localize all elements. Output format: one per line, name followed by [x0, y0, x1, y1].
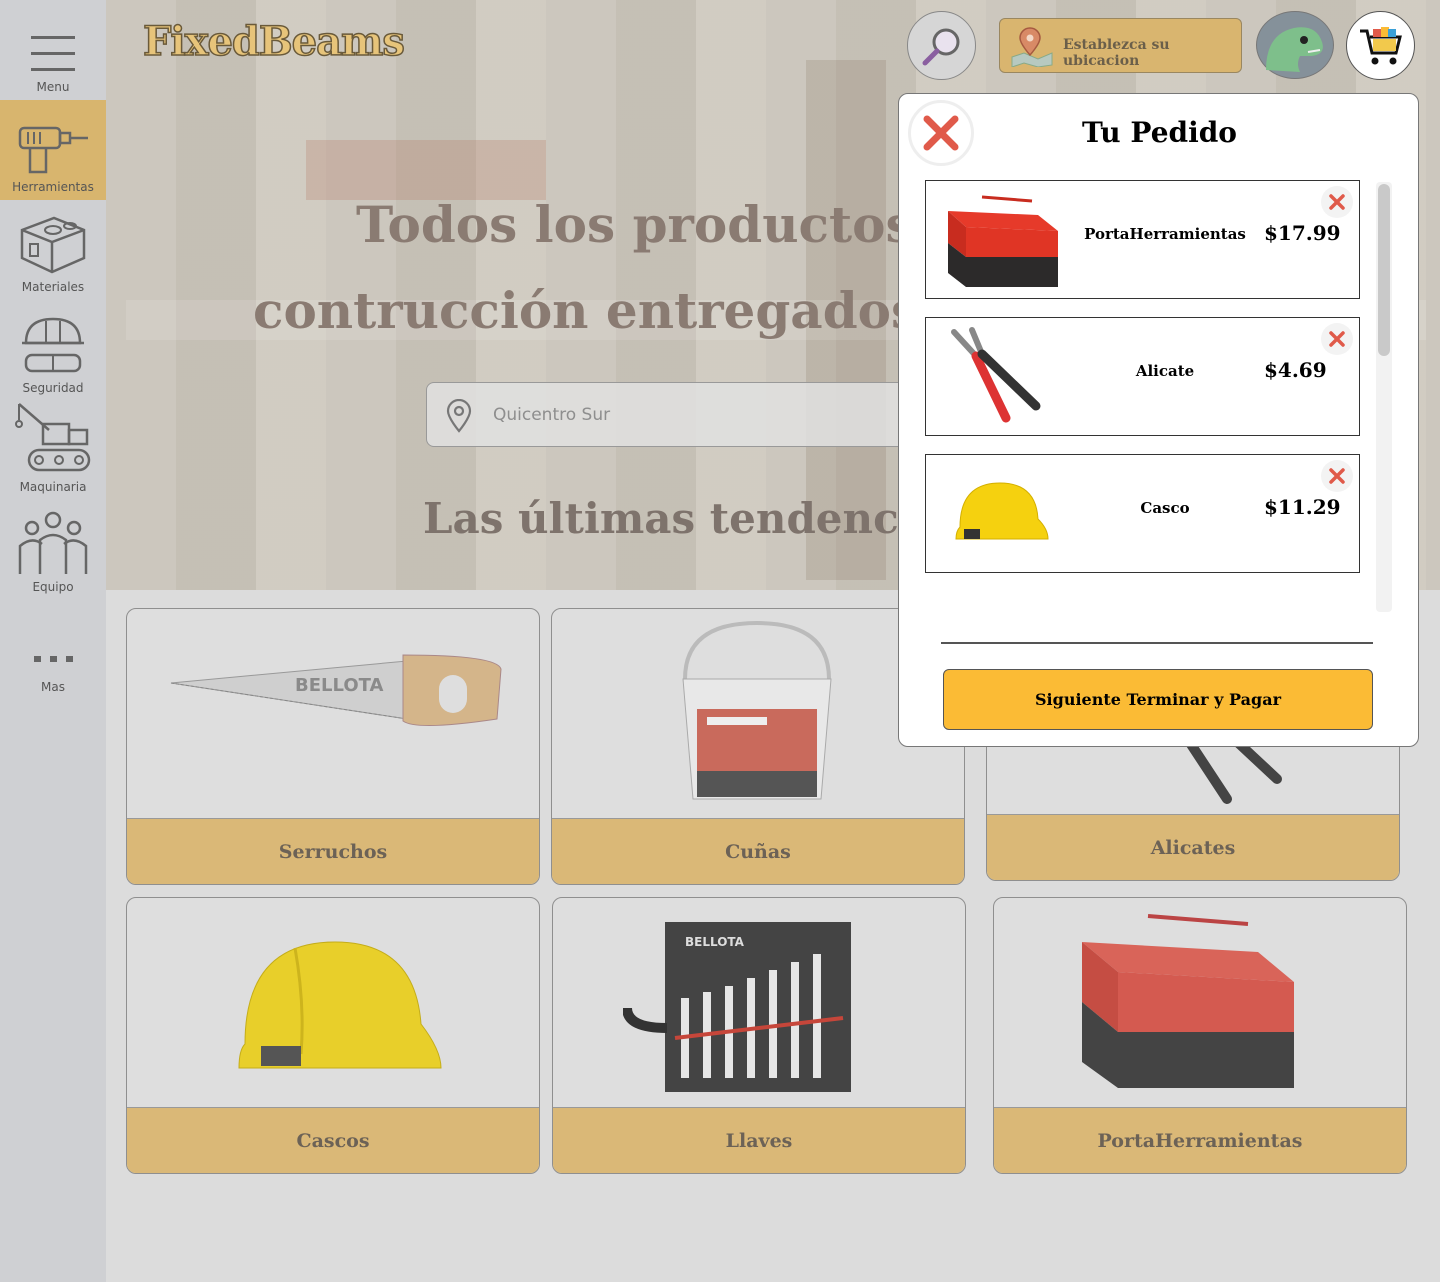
helmet-icon — [955, 482, 1049, 540]
location-label: Establezca su ubicacion — [1063, 37, 1170, 69]
crane-icon — [15, 403, 91, 472]
search-button[interactable] — [907, 11, 976, 80]
order-item-name: Alicate — [1135, 362, 1195, 380]
bucket-icon — [682, 620, 832, 800]
panel-divider — [941, 642, 1373, 644]
order-item-price: $17.99 — [1264, 221, 1341, 245]
pliers-icon — [951, 327, 1041, 423]
avatar[interactable] — [1256, 11, 1334, 79]
order-item-price: $11.29 — [1264, 495, 1341, 519]
svg-text:BELLOTA: BELLOTA — [295, 675, 383, 696]
sidebar-item-label: Seguridad — [22, 381, 84, 395]
cart-icon — [1359, 26, 1402, 64]
sidebar-item-herramientas[interactable]: Herramientas — [0, 100, 106, 200]
category-card-llaves[interactable]: BELLOTA Llaves — [552, 897, 966, 1174]
sidebar-item-label: Maquinaria — [19, 480, 87, 494]
category-footer: Alicates — [987, 814, 1399, 880]
category-footer: Serruchos — [127, 818, 539, 884]
category-card-serruchos[interactable]: BELLOTA Serruchos — [126, 608, 540, 885]
category-label: Cascos — [296, 1129, 370, 1152]
category-label: Alicates — [1150, 836, 1236, 859]
category-card-cascos[interactable]: Cascos — [126, 897, 540, 1174]
sidebar-item-menu[interactable]: Menu — [0, 0, 106, 100]
safety-gear-icon — [22, 317, 84, 373]
toolbox-icon — [948, 195, 1058, 287]
order-item: Casco $11.29 — [925, 454, 1360, 573]
search-placeholder: Quicentro Sur — [493, 405, 611, 425]
sidebar-item-label: Mas — [41, 680, 65, 694]
sidebar-item-seguridad[interactable]: Seguridad — [0, 301, 106, 401]
order-item: Alicate $4.69 — [925, 317, 1360, 436]
order-item-price: $4.69 — [1264, 358, 1327, 382]
order-list-scrollbar[interactable] — [1376, 182, 1392, 612]
remove-item-button[interactable] — [1321, 323, 1353, 355]
map-pin-icon — [1011, 27, 1053, 67]
category-footer: Llaves — [553, 1107, 965, 1173]
location-search-input[interactable]: Quicentro Sur — [426, 382, 946, 447]
sidebar-item-label: Menu — [36, 80, 70, 94]
category-footer: PortaHerramientas — [994, 1107, 1406, 1173]
team-icon — [18, 511, 88, 574]
dinosaur-avatar-icon — [1266, 27, 1323, 72]
category-label: Serruchos — [278, 840, 388, 863]
helmet-icon — [238, 941, 442, 1069]
close-icon — [1329, 331, 1345, 347]
toolbox-icon — [1082, 914, 1294, 1088]
brand-logo[interactable]: FixedBeams — [142, 17, 405, 66]
sidebar-item-maquinaria[interactable]: Maquinaria — [0, 400, 106, 500]
scrollbar-thumb[interactable] — [1378, 184, 1390, 356]
remove-item-button[interactable] — [1321, 186, 1353, 218]
set-location-button[interactable]: Establezca su ubicacion — [999, 18, 1242, 73]
category-footer: Cuñas — [552, 818, 964, 884]
checkout-button[interactable]: Siguiente Terminar y Pagar — [943, 669, 1373, 730]
panel-title: Tu Pedido — [1082, 116, 1237, 149]
wrench-set-icon: BELLOTA — [623, 922, 851, 1092]
drill-icon — [18, 126, 88, 174]
svg-text:BELLOTA: BELLOTA — [685, 935, 745, 949]
location-pin-icon — [446, 399, 472, 433]
sidebar-item-mas[interactable]: Mas — [0, 600, 106, 700]
saw-icon: BELLOTA — [170, 654, 502, 726]
remove-item-button[interactable] — [1321, 460, 1353, 492]
cart-button[interactable] — [1346, 11, 1415, 80]
order-item-name: PortaHerramientas — [1084, 225, 1246, 243]
sidebar-item-label: Materiales — [21, 280, 85, 294]
sidebar-item-label: Herramientas — [12, 180, 94, 194]
magnifier-icon — [922, 28, 959, 65]
category-label: Llaves — [725, 1129, 793, 1152]
brick-icon — [20, 216, 86, 274]
hamburger-icon — [31, 36, 75, 71]
sidebar-item-label: Equipo — [32, 580, 74, 594]
order-panel: Tu Pedido PortaHerramientas $17.99 Alica… — [898, 93, 1419, 747]
order-item: PortaHerramientas $17.99 — [925, 180, 1360, 299]
category-label: PortaHerramientas — [1097, 1129, 1303, 1152]
category-footer: Cascos — [127, 1107, 539, 1173]
category-card-portaherramientas[interactable]: PortaHerramientas — [993, 897, 1407, 1174]
more-icon — [34, 656, 73, 662]
order-item-name: Casco — [1140, 499, 1190, 517]
sidebar-item-materiales[interactable]: Materiales — [0, 200, 106, 300]
category-label: Cuñas — [725, 840, 791, 863]
sidebar-item-equipo[interactable]: Equipo — [0, 500, 106, 600]
close-icon — [1329, 194, 1345, 210]
sidebar: Menu Herramientas Materiales Seguridad M… — [0, 0, 106, 1282]
checkout-label: Siguiente Terminar y Pagar — [1035, 690, 1281, 709]
close-icon — [1329, 468, 1345, 484]
